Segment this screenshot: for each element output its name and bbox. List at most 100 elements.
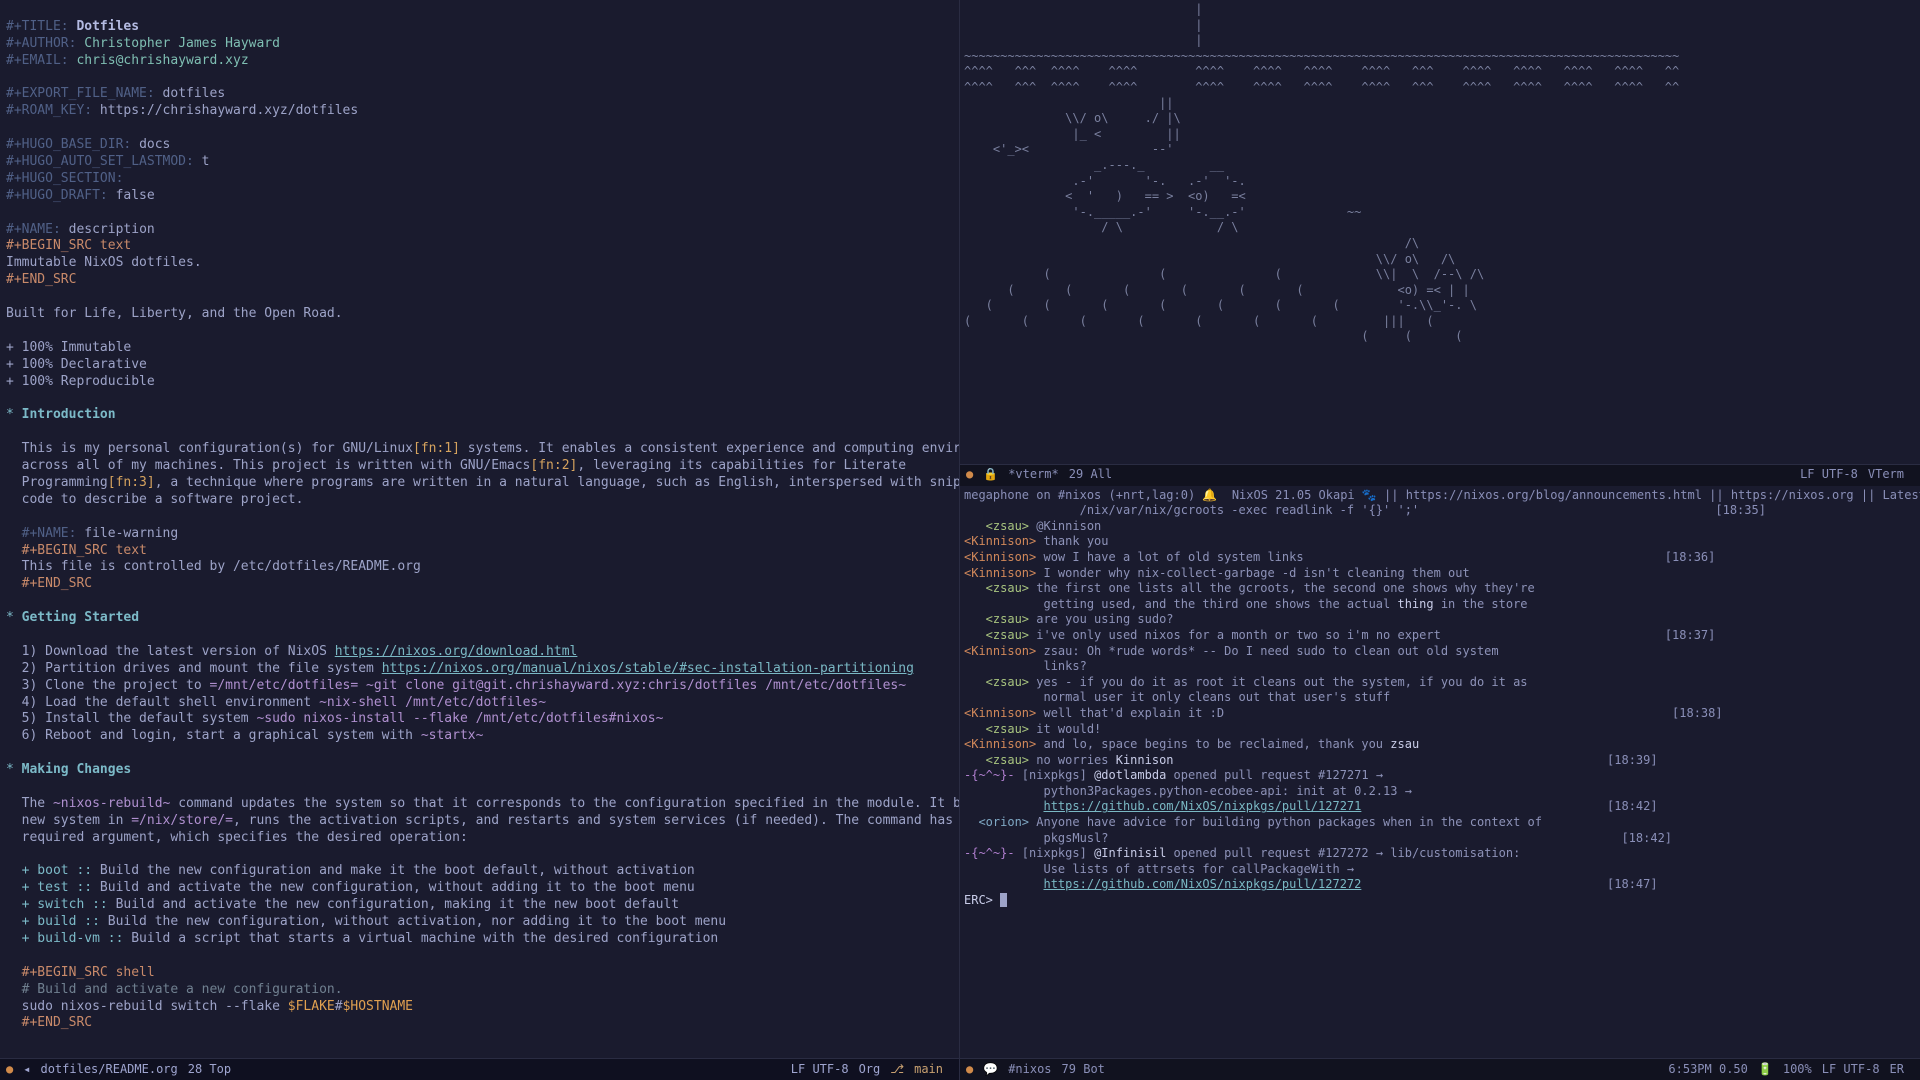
erc-ts7: [18:47]: [1607, 877, 1658, 891]
erc-enc: LF UTF-8: [1822, 1062, 1880, 1078]
org-end-src: #+END_SRC: [6, 272, 76, 287]
org-gs3: 3) Clone the project to: [6, 678, 210, 693]
org-mc2: new system in: [6, 813, 131, 828]
erc-topic1: megaphone on #nixos (+nrt,lag:0): [964, 488, 1202, 502]
erc-nick: <zsau>: [964, 722, 1029, 736]
erc-nick: <Kinnison>: [964, 644, 1036, 658]
erc-pos: 79 Bot: [1062, 1062, 1105, 1078]
org-gs1-link[interactable]: https://nixos.org/download.html: [335, 644, 578, 659]
erc-nick: <zsau>: [964, 581, 1029, 595]
modeline-mode: Org: [859, 1062, 881, 1078]
right-pane: | | | ~~~~~~~~~~~~~~~~~~~~~~~~~~~~~~~~~~…: [960, 0, 1920, 1080]
battery-icon: 🔋: [1758, 1062, 1773, 1078]
org-gs2-link[interactable]: https://nixos.org/manual/nixos/stable/#s…: [382, 661, 914, 676]
vterm-modeline: ● 🔒 *vterm* 29 All LF UTF-8 VTerm: [960, 464, 1920, 486]
lock-icon: 🔒: [983, 467, 998, 483]
org-title: Dotfiles: [76, 19, 139, 34]
org-hugo-lastmod: t: [202, 154, 210, 169]
erc-prompt[interactable]: ERC>: [964, 893, 1000, 907]
vterm-name: *vterm*: [1008, 467, 1059, 483]
org-name-warn: file-warning: [84, 526, 178, 541]
org-gs4: 4) Load the default shell environment: [6, 695, 319, 710]
org-op-switch-k: + switch ::: [6, 897, 108, 912]
erc-nick: <zsau>: [964, 753, 1029, 767]
org-sh-comment: # Build and activate a new configuration…: [6, 982, 343, 997]
org-hugo-base: docs: [139, 137, 170, 152]
modeline-file: dotfiles/README.org: [40, 1062, 177, 1078]
dot-icon: ●: [966, 467, 973, 483]
org-fn1[interactable]: [fn:1]: [413, 441, 460, 456]
branch-icon: ⎇: [890, 1062, 904, 1078]
erc-ts3: [18:37]: [1665, 628, 1716, 642]
erc-ts1: [18:35]: [1715, 503, 1766, 517]
org-h-intro-star: *: [6, 407, 14, 422]
erc-ts2: [18:36]: [1665, 550, 1716, 564]
org-buffer[interactable]: #+TITLE: Dotfiles #+AUTHOR: Christopher …: [0, 0, 959, 1058]
org-gs6: 6) Reboot and login, start a graphical s…: [6, 728, 421, 743]
erc-nick: <zsau>: [964, 612, 1029, 626]
org-mc3: required argument, which specifies the d…: [6, 830, 468, 845]
org-hugo-section-kw: #+HUGO_SECTION:: [6, 171, 123, 186]
vterm-mode: VTerm: [1868, 467, 1904, 483]
vterm-buffer[interactable]: | | | ~~~~~~~~~~~~~~~~~~~~~~~~~~~~~~~~~~…: [960, 0, 1920, 464]
org-author: Christopher James Hayward: [84, 36, 280, 51]
org-end-src3: #+END_SRC: [6, 1015, 92, 1030]
erc-ts4: [18:38]: [1672, 706, 1723, 720]
erc-url[interactable]: https://github.com/NixOS/nixpkgs/pull/12…: [1043, 799, 1361, 813]
org-gs2: 2) Partition drives and mount the file s…: [6, 661, 382, 676]
ascii-art: | | | ~~~~~~~~~~~~~~~~~~~~~~~~~~~~~~~~~~…: [964, 2, 1679, 343]
modeline-enc: LF UTF-8: [791, 1062, 849, 1078]
org-feat2: + 100% Declarative: [6, 357, 147, 372]
erc-cursor[interactable]: [1000, 893, 1007, 907]
erc-nick: <zsau>: [964, 675, 1029, 689]
org-h-making-star: *: [6, 762, 14, 777]
org-name-desc: description: [69, 222, 155, 237]
org-export-kw: #+EXPORT_FILE_NAME:: [6, 86, 155, 101]
org-op-build-k: + build ::: [6, 914, 100, 929]
erc-nick: <zsau>: [964, 519, 1029, 533]
erc-nick: <Kinnison>: [964, 706, 1036, 720]
vterm-pos: 29 All: [1069, 467, 1112, 483]
org-feat3: + 100% Reproducible: [6, 374, 155, 389]
org-author-kw: #+AUTHOR:: [6, 36, 76, 51]
org-mc1: The: [6, 796, 53, 811]
erc-nick: <Kinnison>: [964, 534, 1036, 548]
org-fn3[interactable]: [fn:3]: [108, 475, 155, 490]
erc-nick: <Kinnison>: [964, 550, 1036, 564]
erc-ts6: [18:42]: [1607, 799, 1658, 813]
org-intro-1: This is my personal configuration(s) for…: [6, 441, 413, 456]
org-hugo-base-kw: #+HUGO_BASE_DIR:: [6, 137, 131, 152]
org-name-warn-kw: #+NAME:: [6, 526, 76, 541]
erc-buffer[interactable]: megaphone on #nixos (+nrt,lag:0) 🔔 NixOS…: [960, 486, 1920, 1058]
org-intro-4: code to describe a software project.: [6, 492, 303, 507]
org-hugo-draft: false: [116, 188, 155, 203]
org-warn-body: This file is controlled by /etc/dotfiles…: [6, 559, 421, 574]
org-gs5: 5) Install the default system: [6, 711, 256, 726]
org-begin-src2: #+BEGIN_SRC text: [6, 543, 147, 558]
org-desc-body: Immutable NixOS dotfiles.: [6, 255, 202, 270]
erc-time: 6:53PM 0.50: [1668, 1062, 1747, 1078]
org-intro-2: across all of my machines. This project …: [6, 458, 530, 473]
erc-modeline: ● 💬 #nixos 79 Bot 6:53PM 0.50 🔋 100% LF …: [960, 1058, 1920, 1080]
erc-nick: <Kinnison>: [964, 566, 1036, 580]
org-h-getting: Getting Started: [22, 610, 139, 625]
erc-batt: 100%: [1783, 1062, 1812, 1078]
org-email-kw: #+EMAIL:: [6, 53, 69, 68]
org-name-desc-kw: #+NAME:: [6, 222, 61, 237]
org-h-making: Making Changes: [22, 762, 132, 777]
org-begin-src: #+BEGIN_SRC text: [6, 238, 131, 253]
chat-icon: 💬: [983, 1062, 998, 1078]
org-hugo-lastmod-kw: #+HUGO_AUTO_SET_LASTMOD:: [6, 154, 194, 169]
erc-nick: <Kinnison>: [964, 737, 1036, 751]
left-modeline: ● ◂ dotfiles/README.org 28 Top LF UTF-8 …: [0, 1058, 959, 1080]
erc-url[interactable]: https://github.com/NixOS/nixpkgs/pull/12…: [1043, 877, 1361, 891]
org-op-boot-k: + boot ::: [6, 863, 92, 878]
erc-ts6b: [18:42]: [1621, 831, 1672, 845]
erc-nick: <orion>: [964, 815, 1029, 829]
erc-ts5: [18:39]: [1607, 753, 1658, 767]
org-export: dotfiles: [163, 86, 226, 101]
org-fn2[interactable]: [fn:2]: [530, 458, 577, 473]
org-sh-cmd: sudo nixos-rebuild switch --flake: [6, 999, 288, 1014]
org-email: chris@chrishayward.xyz: [76, 53, 248, 68]
vterm-enc: LF UTF-8: [1800, 467, 1858, 483]
